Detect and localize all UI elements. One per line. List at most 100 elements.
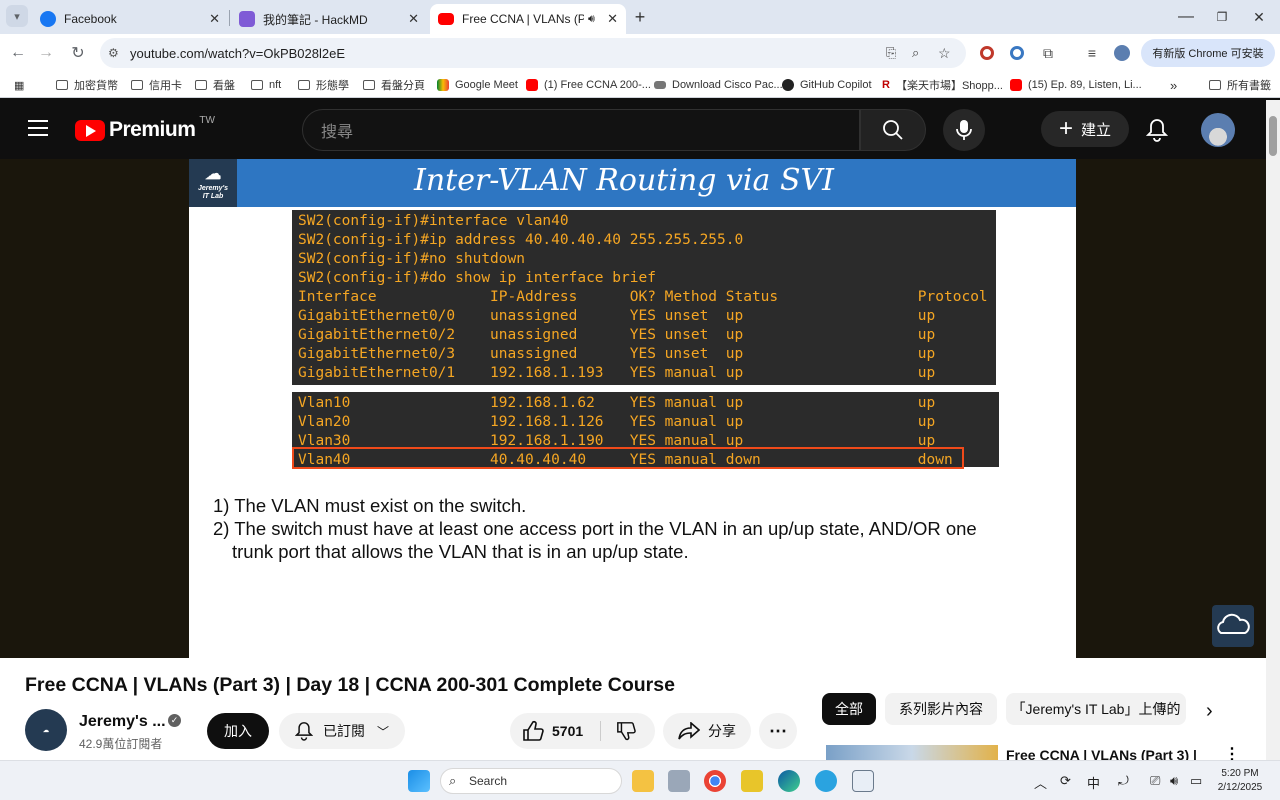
slide-title: Inter-VLAN Routing via SVI xyxy=(413,163,835,198)
clock[interactable]: 5:20 PM 2/12/2025 xyxy=(1212,767,1268,795)
like-button[interactable]: 5701 xyxy=(510,713,655,749)
create-button[interactable]: + 建立 xyxy=(1041,111,1129,147)
tab-youtube[interactable]: Free CCNA | VLANs (Part 3) 🔊︎ ✕ xyxy=(430,4,626,34)
notifications-bell-icon[interactable] xyxy=(1146,118,1168,142)
tab-hackmd[interactable]: 我的筆記 - HackMD ✕ xyxy=(231,4,427,34)
zoom-icon[interactable]: ⌕ xyxy=(912,45,919,61)
minimize-button[interactable]: — xyxy=(1174,5,1198,29)
bookmark-google-meet[interactable]: Google Meet xyxy=(437,77,518,93)
apps-icon[interactable]: ▦ xyxy=(14,77,24,93)
reading-list-icon[interactable]: ≡ xyxy=(1082,43,1102,63)
file-explorer-icon[interactable] xyxy=(632,770,654,792)
extension-icon[interactable] xyxy=(1007,43,1027,63)
volume-icon[interactable]: 🔊︎ xyxy=(1170,773,1178,789)
all-bookmarks[interactable]: 所有書籤 xyxy=(1209,77,1271,93)
speaker-icon[interactable]: 🔊︎ xyxy=(588,13,595,26)
taskbar-search[interactable]: ⌕ Search xyxy=(440,768,622,794)
tab-search-icon[interactable]: ▾ xyxy=(6,5,28,27)
reload-icon[interactable]: ↻ xyxy=(66,41,90,65)
folder-icon xyxy=(363,80,375,90)
channel-watermark[interactable] xyxy=(1212,605,1254,647)
page-scrollbar[interactable] xyxy=(1266,100,1280,760)
notepad-icon[interactable] xyxy=(852,770,874,792)
close-icon[interactable]: ✕ xyxy=(607,11,618,27)
profile-icon[interactable] xyxy=(1112,43,1132,63)
chip-all[interactable]: 全部 xyxy=(822,693,876,725)
video-player[interactable]: ☁︎ Jeremy's IT Lab Inter-VLAN Routing vi… xyxy=(0,159,1266,658)
bookmark-rakuten[interactable]: R 【楽天市場】Shopp... xyxy=(882,77,1003,93)
extensions-puzzle-icon[interactable]: ⧉ xyxy=(1038,43,1058,63)
new-tab-button[interactable]: + xyxy=(628,5,652,29)
bookmark-folder[interactable]: 看盤分頁 xyxy=(363,77,425,93)
app-icon[interactable] xyxy=(741,770,763,792)
address-bar[interactable]: ⚙︎ youtube.com/watch?v=OkPB028l2eE ⎘ ⌕ ☆ xyxy=(100,38,966,68)
telegram-icon[interactable] xyxy=(815,770,837,792)
note-line: trunk port that allows the VLAN that is … xyxy=(232,541,689,562)
chip-series[interactable]: 系列影片內容 xyxy=(885,693,997,725)
voice-search-button[interactable] xyxy=(943,109,985,151)
tab-title: Free CCNA | VLANs (Part 3) xyxy=(462,12,584,26)
subscribed-button[interactable]: 已訂閱 ﹀ xyxy=(279,713,405,749)
site-info-icon[interactable]: ⚙︎ xyxy=(108,46,119,60)
chrome-icon[interactable] xyxy=(704,770,726,792)
youtube-play-icon xyxy=(75,119,105,141)
share-button[interactable]: 分享 xyxy=(663,713,751,749)
recommended-thumbnail[interactable] xyxy=(826,745,998,760)
install-icon[interactable]: ⎘ xyxy=(886,45,896,61)
close-icon[interactable]: ✕ xyxy=(408,11,419,27)
chip-channel-uploads[interactable]: 「Jeremy's IT Lab」上傳的 xyxy=(1006,693,1186,725)
channel-avatar[interactable]: ☁︎ xyxy=(25,709,67,751)
bookmark-folder[interactable]: 信用卡 xyxy=(131,77,182,93)
bookmarks-bar: ▦ 加密貨幣 信用卡 看盤 nft 形態學 看盤分頁 Google Meet (… xyxy=(0,72,1280,98)
app-icon[interactable] xyxy=(668,770,690,792)
menu-icon[interactable] xyxy=(28,120,48,136)
hackmd-icon xyxy=(239,11,255,27)
highlight-box xyxy=(292,447,964,469)
video-title: Free CCNA | VLANs (Part 3) | Day 18 | CC… xyxy=(25,674,675,696)
chevron-up-icon[interactable]: ︿ xyxy=(1034,773,1047,792)
bookmark-folder[interactable]: 形態學 xyxy=(298,77,349,93)
video-info: Free CCNA | VLANs (Part 3) | Day 18 | CC… xyxy=(0,658,1266,763)
bookmark-folder[interactable]: 看盤 xyxy=(195,77,235,93)
bookmark-youtube[interactable]: (1) Free CCNA 200-... xyxy=(526,77,651,93)
youtube-header: Premium TW 搜尋 + 建立 xyxy=(0,100,1266,159)
slide-notes: 1) The VLAN must exist on the switch. 2)… xyxy=(213,494,1073,563)
channel-name[interactable]: Jeremy's ... xyxy=(79,713,166,731)
maximize-button[interactable]: ❐ xyxy=(1210,5,1234,29)
bookmark-youtube[interactable]: (15) Ep. 89, Listen, Li... xyxy=(1010,77,1142,93)
more-bookmarks-icon[interactable]: » xyxy=(1170,77,1177,93)
extension-icon[interactable] xyxy=(977,43,997,63)
scrollbar-thumb[interactable] xyxy=(1269,116,1277,156)
bookmark-cisco[interactable]: Download Cisco Pac... xyxy=(654,77,783,93)
youtube-logo[interactable]: Premium TW xyxy=(75,115,215,142)
close-window-button[interactable]: ✕ xyxy=(1247,5,1271,29)
sync-icon[interactable]: ⟳ xyxy=(1060,773,1071,789)
ime-indicator[interactable]: 中 xyxy=(1087,773,1100,792)
join-button[interactable]: 加入 xyxy=(207,713,269,749)
youtube-icon xyxy=(526,79,538,91)
windows-start-icon[interactable] xyxy=(408,770,430,792)
back-icon[interactable]: ← xyxy=(6,41,30,65)
edge-icon[interactable] xyxy=(778,770,800,792)
chevron-down-icon: ﹀ xyxy=(376,724,389,739)
battery-icon[interactable]: ▭ xyxy=(1190,773,1202,789)
input-mode-icon[interactable]: ⤾ xyxy=(1118,773,1129,789)
close-icon[interactable]: ✕ xyxy=(209,11,220,27)
bookmark-star-icon[interactable]: ☆ xyxy=(938,45,951,62)
cisco-icon xyxy=(654,81,666,89)
bookmark-github[interactable]: GitHub Copilot xyxy=(782,77,872,93)
search-input[interactable]: 搜尋 xyxy=(302,109,860,151)
forward-icon[interactable]: → xyxy=(34,41,58,65)
more-actions-button[interactable]: ⋯ xyxy=(759,713,797,749)
tab-facebook[interactable]: Facebook ✕ xyxy=(32,4,228,34)
network-icon[interactable]: ⎚ xyxy=(1150,773,1160,789)
verified-icon: ✓ xyxy=(168,714,181,727)
account-avatar[interactable] xyxy=(1201,113,1235,147)
bookmark-folder[interactable]: nft xyxy=(251,77,281,93)
thumbs-down-icon[interactable] xyxy=(616,721,636,741)
bookmark-folder[interactable]: 加密貨幣 xyxy=(56,77,118,93)
url-text[interactable]: youtube.com/watch?v=OkPB028l2eE xyxy=(130,46,345,61)
search-button[interactable] xyxy=(860,109,926,151)
chrome-update-button[interactable]: 有新版 Chrome 可安裝 xyxy=(1141,39,1275,67)
chevron-right-icon[interactable]: › xyxy=(1206,700,1213,723)
